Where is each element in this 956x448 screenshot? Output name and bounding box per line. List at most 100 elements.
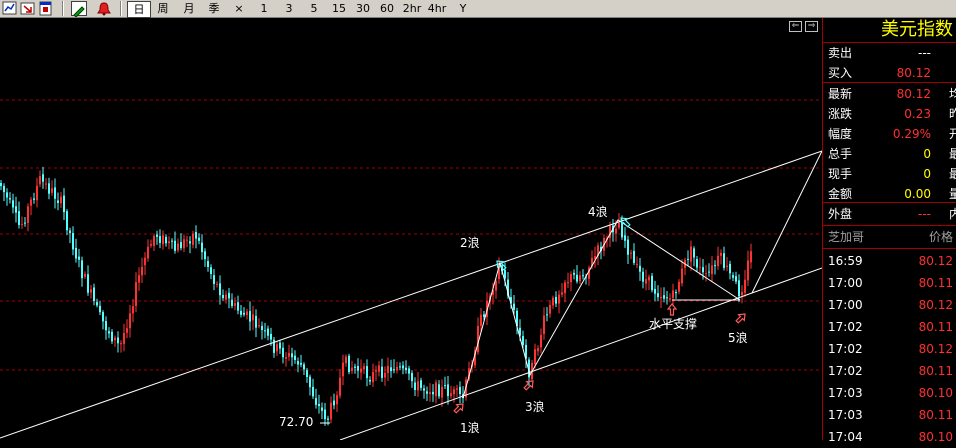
window-icon[interactable] [38, 1, 54, 16]
candle-body [579, 275, 581, 282]
period-button[interactable]: 5 [308, 1, 320, 16]
period-button[interactable]: 周 [155, 1, 171, 16]
candle-body [189, 241, 191, 244]
period-button[interactable]: 4hr [426, 1, 448, 16]
candle-body [642, 271, 644, 282]
candle-body [102, 312, 104, 322]
candle-body [141, 266, 143, 276]
quote-row: 外盘 --- 内 [823, 204, 956, 224]
candle-body [378, 365, 380, 372]
tick-row: 17:02 80.12 [823, 338, 956, 360]
candle-body [384, 372, 386, 378]
kline-chart[interactable]: 72.70 1浪 2浪 3浪 4浪 5浪 水平支撑 ⇐ ⇒ [0, 18, 822, 440]
draw-icon[interactable] [71, 1, 87, 18]
candle-body [309, 376, 311, 388]
period-button[interactable]: × [232, 1, 246, 16]
candle-body [138, 275, 140, 283]
quote-label: 金额 [828, 187, 853, 201]
candle-body [360, 368, 362, 373]
grid-lines [0, 99, 822, 371]
candle-body [633, 250, 635, 263]
candle-body [618, 223, 620, 228]
tick-row: 17:02 80.11 [823, 360, 956, 382]
candle-body [153, 235, 155, 246]
candle-body [249, 311, 251, 322]
candle-body [204, 251, 206, 260]
chart-icon[interactable] [2, 1, 18, 16]
quote-label: 买入 [828, 66, 853, 80]
candle-body [99, 305, 101, 313]
candle-body [573, 272, 575, 275]
period-button[interactable]: 季 [204, 1, 224, 16]
quote-extra-label: 均 [949, 87, 956, 101]
quote-row: 买入 80.12 [823, 63, 956, 83]
candle-body [12, 200, 14, 208]
candle-body [84, 274, 86, 277]
candle-body [267, 328, 269, 336]
tick-price: 80.12 [918, 254, 953, 268]
candle-body [699, 266, 701, 268]
tick-row: 17:00 80.12 [823, 294, 956, 316]
candle-body [330, 402, 332, 420]
quote-label: 卖出 [828, 46, 853, 60]
period-button[interactable]: 2hr [401, 1, 423, 16]
candle-body [90, 289, 92, 293]
period-button[interactable]: 1 [258, 1, 270, 16]
scroll-left-button[interactable]: ⇐ [789, 21, 802, 32]
quote-extra-label: 量 [949, 187, 956, 201]
candle-body [252, 314, 254, 321]
candle-body [3, 185, 5, 193]
quote-label: 幅度 [828, 127, 853, 141]
period-button[interactable]: 30 [353, 1, 373, 16]
candle-body [414, 382, 416, 390]
candle-body [444, 385, 446, 387]
quote-extra-label: 内 [949, 207, 956, 221]
candle-body [312, 386, 314, 397]
candle-body [552, 297, 554, 306]
candle-body [264, 330, 266, 332]
candle-body [663, 295, 665, 299]
candle-body [156, 234, 158, 237]
candle-body [735, 276, 737, 282]
candle-body [615, 228, 617, 234]
candle-body [54, 187, 56, 199]
quote-value: 80.12 [896, 87, 931, 101]
candle-body [237, 302, 239, 311]
tick-time: 17:00 [828, 298, 863, 312]
candle-body [192, 233, 194, 245]
period-button[interactable]: Y [456, 1, 470, 16]
wave-1-label: 1浪 [460, 420, 480, 435]
candle-body [243, 312, 245, 315]
candle-body [162, 235, 164, 245]
candle-body [480, 314, 482, 326]
quote-value: 0 [923, 167, 931, 181]
candle-body [381, 366, 383, 378]
period-button[interactable]: 月 [181, 1, 197, 16]
candle-body [441, 386, 443, 398]
candle-body [675, 292, 677, 294]
export-icon[interactable] [20, 1, 36, 16]
candle-body [534, 349, 536, 364]
candle-body [723, 253, 725, 268]
period-button[interactable]: 日 [127, 1, 151, 18]
scroll-right-button[interactable]: ⇒ [805, 21, 818, 32]
tick-row: 17:02 80.11 [823, 316, 956, 338]
alarm-icon[interactable] [96, 1, 112, 16]
tick-price: 80.11 [918, 364, 953, 378]
price-header: 价格 [928, 230, 953, 244]
support-label: 水平支撑 [649, 316, 697, 331]
period-button[interactable]: 15 [329, 1, 349, 16]
candle-body [645, 279, 647, 284]
quote-label: 最新 [828, 87, 853, 101]
candle-body [564, 282, 566, 294]
period-button[interactable]: 60 [377, 1, 397, 16]
candle-body [294, 355, 296, 360]
candle-body [69, 230, 71, 234]
candle-body [354, 366, 356, 368]
candle-body [207, 261, 209, 267]
quote-value: 0.00 [904, 187, 931, 201]
candle-body [33, 198, 35, 200]
period-button[interactable]: 3 [283, 1, 295, 16]
candle-body [297, 361, 299, 365]
candle-body [576, 274, 578, 282]
